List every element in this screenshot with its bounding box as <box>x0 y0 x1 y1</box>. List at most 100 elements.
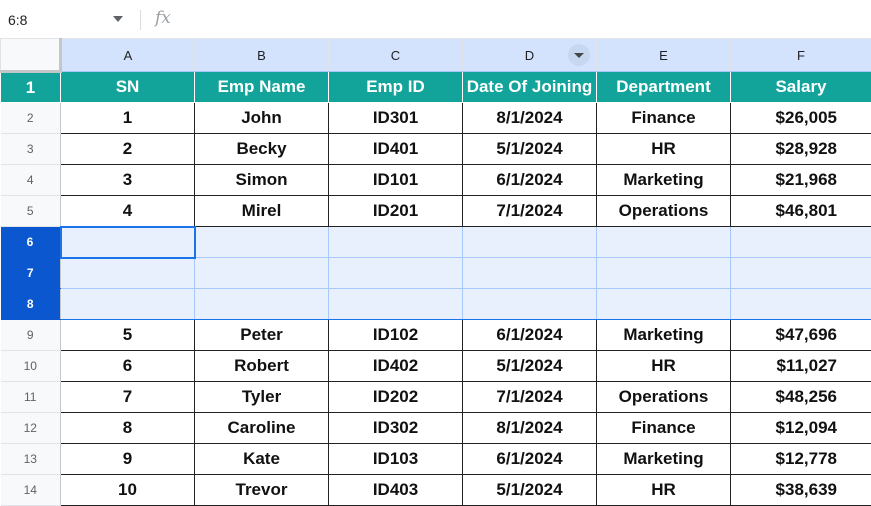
cell[interactable]: $46,801 <box>731 196 871 227</box>
cell[interactable]: Tyler <box>195 382 329 413</box>
cell[interactable] <box>463 258 597 289</box>
cell[interactable]: Operations <box>597 382 731 413</box>
cell[interactable]: ID402 <box>329 351 463 382</box>
header-cell[interactable]: Date Of Joining <box>463 72 597 103</box>
row-header[interactable]: 4 <box>1 165 61 196</box>
cell[interactable]: HR <box>597 351 731 382</box>
row-header[interactable]: 11 <box>1 382 61 413</box>
cell[interactable]: $12,094 <box>731 413 871 444</box>
cell[interactable]: 5 <box>61 320 195 351</box>
cell[interactable]: Peter <box>195 320 329 351</box>
cell[interactable]: $28,928 <box>731 134 871 165</box>
cell[interactable]: 5/1/2024 <box>463 134 597 165</box>
cell[interactable]: Trevor <box>195 475 329 506</box>
cell[interactable]: Finance <box>597 103 731 134</box>
cell[interactable]: ID301 <box>329 103 463 134</box>
header-cell[interactable]: SN <box>61 72 195 103</box>
row-header[interactable]: 3 <box>1 134 61 165</box>
cell[interactable]: 6 <box>61 351 195 382</box>
cell[interactable]: Becky <box>195 134 329 165</box>
cell[interactable] <box>463 227 597 258</box>
cell[interactable]: $11,027 <box>731 351 871 382</box>
cell[interactable]: $47,696 <box>731 320 871 351</box>
column-header-e[interactable]: E <box>597 39 731 72</box>
cell[interactable]: $38,639 <box>731 475 871 506</box>
cell[interactable] <box>731 258 871 289</box>
select-all-corner[interactable] <box>1 39 61 72</box>
cell[interactable]: ID101 <box>329 165 463 196</box>
cell[interactable]: 2 <box>61 134 195 165</box>
cell[interactable]: 1 <box>61 103 195 134</box>
cell[interactable]: 9 <box>61 444 195 475</box>
header-cell[interactable]: Department <box>597 72 731 103</box>
cell[interactable]: HR <box>597 475 731 506</box>
cell[interactable] <box>195 227 329 258</box>
row-header[interactable]: 10 <box>1 351 61 382</box>
cell[interactable]: $21,968 <box>731 165 871 196</box>
active-cell[interactable] <box>61 227 195 258</box>
row-header[interactable]: 9 <box>1 320 61 351</box>
header-cell[interactable]: Emp Name <box>195 72 329 103</box>
cell[interactable]: Caroline <box>195 413 329 444</box>
cell[interactable] <box>329 258 463 289</box>
cell[interactable]: Kate <box>195 444 329 475</box>
cell[interactable]: HR <box>597 134 731 165</box>
cell[interactable]: Operations <box>597 196 731 227</box>
cell[interactable]: Robert <box>195 351 329 382</box>
cell[interactable] <box>597 289 731 320</box>
cell[interactable] <box>731 289 871 320</box>
row-header[interactable]: 2 <box>1 103 61 134</box>
cell[interactable]: 4 <box>61 196 195 227</box>
cell[interactable]: ID401 <box>329 134 463 165</box>
cell[interactable]: Simon <box>195 165 329 196</box>
cell[interactable] <box>597 227 731 258</box>
cell[interactable]: ID403 <box>329 475 463 506</box>
column-header-b[interactable]: B <box>195 39 329 72</box>
filter-dropdown-icon[interactable] <box>568 44 590 66</box>
cell[interactable] <box>61 258 195 289</box>
column-header-f[interactable]: F <box>731 39 871 72</box>
row-header[interactable]: 5 <box>1 196 61 227</box>
cell[interactable]: Finance <box>597 413 731 444</box>
cell[interactable]: 6/1/2024 <box>463 320 597 351</box>
column-header-d[interactable]: D <box>463 39 597 72</box>
cell[interactable]: 3 <box>61 165 195 196</box>
cell[interactable]: 7/1/2024 <box>463 382 597 413</box>
row-header[interactable]: 7 <box>1 258 61 289</box>
row-header[interactable]: 1 <box>1 72 61 103</box>
cell[interactable]: $48,256 <box>731 382 871 413</box>
cell[interactable]: 6/1/2024 <box>463 444 597 475</box>
cell[interactable]: ID201 <box>329 196 463 227</box>
cell[interactable]: 5/1/2024 <box>463 351 597 382</box>
name-box[interactable]: 6:8 <box>8 10 98 30</box>
cell[interactable]: 7 <box>61 382 195 413</box>
cell[interactable] <box>597 258 731 289</box>
cell[interactable]: 8 <box>61 413 195 444</box>
cell[interactable]: Mirel <box>195 196 329 227</box>
cell[interactable] <box>731 227 871 258</box>
cell[interactable] <box>329 227 463 258</box>
chevron-down-icon[interactable] <box>113 16 123 22</box>
cell[interactable]: ID102 <box>329 320 463 351</box>
cell[interactable]: 5/1/2024 <box>463 475 597 506</box>
cell[interactable]: Marketing <box>597 165 731 196</box>
cell[interactable]: 8/1/2024 <box>463 103 597 134</box>
cell[interactable]: ID103 <box>329 444 463 475</box>
cell[interactable]: 7/1/2024 <box>463 196 597 227</box>
cell[interactable]: ID302 <box>329 413 463 444</box>
cell[interactable]: 8/1/2024 <box>463 413 597 444</box>
column-header-c[interactable]: C <box>329 39 463 72</box>
row-header[interactable]: 13 <box>1 444 61 475</box>
cell[interactable]: ID202 <box>329 382 463 413</box>
row-header[interactable]: 12 <box>1 413 61 444</box>
header-cell[interactable]: Emp ID <box>329 72 463 103</box>
cell[interactable] <box>195 289 329 320</box>
cell[interactable] <box>61 289 195 320</box>
row-header[interactable]: 8 <box>1 289 61 320</box>
cell[interactable]: 6/1/2024 <box>463 165 597 196</box>
cell[interactable]: 10 <box>61 475 195 506</box>
header-cell[interactable]: Salary <box>731 72 871 103</box>
cell[interactable] <box>329 289 463 320</box>
cell[interactable]: $26,005 <box>731 103 871 134</box>
cell[interactable]: $12,778 <box>731 444 871 475</box>
